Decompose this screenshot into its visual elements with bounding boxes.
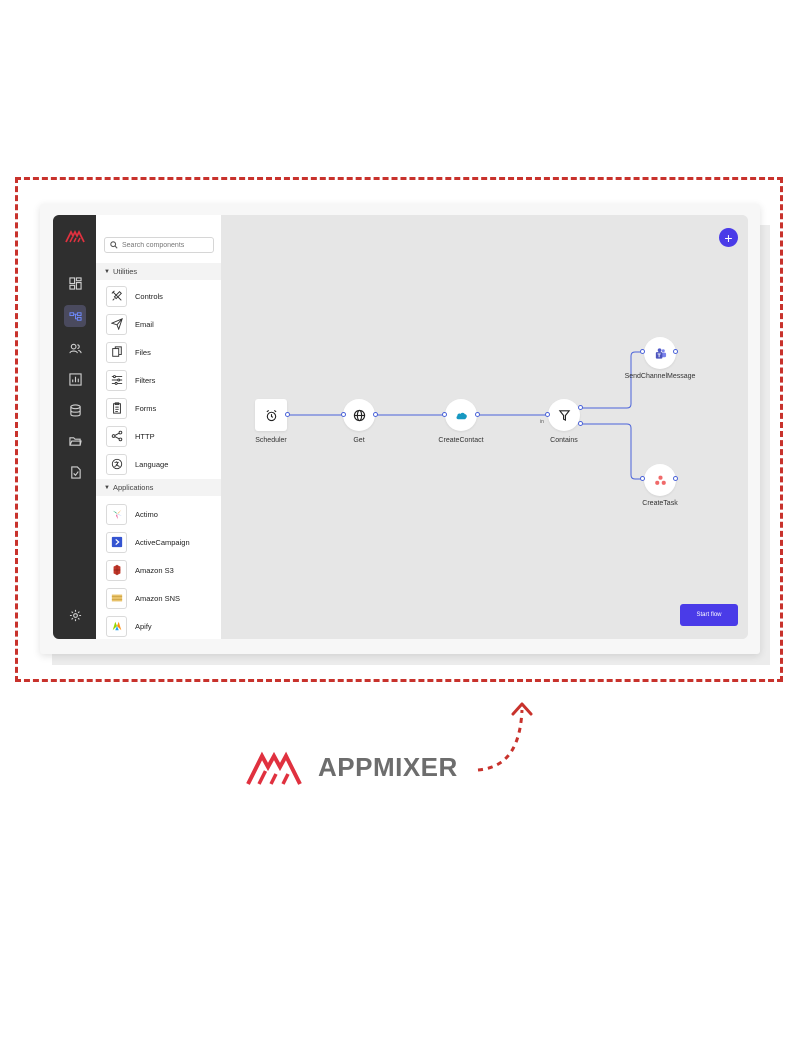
asana-icon	[654, 475, 666, 485]
appmixer-logo-icon[interactable]	[65, 229, 85, 243]
wire-contains-sendchannelmessage	[581, 351, 643, 409]
app-label: Actimo	[135, 509, 158, 519]
filters-icon	[111, 375, 122, 385]
port-createtask-in[interactable]	[640, 476, 645, 481]
node-sendchannelmessage[interactable]	[644, 337, 676, 369]
search-input[interactable]	[122, 241, 210, 249]
activecampaign-icon	[111, 536, 122, 548]
dashed-arrow-icon	[477, 702, 533, 772]
brand-lockup: APPMIXER	[246, 749, 458, 786]
section-utilities[interactable]: ▼ Utilities	[96, 263, 221, 280]
appmixer-designer: ▼ Utilities Controls Email Files Filters…	[53, 215, 748, 639]
port-sendchannelmessage-in[interactable]	[640, 349, 645, 354]
port-get-in[interactable]	[341, 412, 346, 417]
search-icon	[110, 241, 118, 249]
app-label: ActiveCampaign	[135, 537, 190, 547]
actimo-icon	[112, 509, 122, 520]
component-label: HTTP	[135, 431, 155, 441]
caret-down-icon: ▼	[104, 484, 110, 491]
appmixer-logo-icon	[246, 751, 302, 785]
node-createtask[interactable]	[644, 464, 676, 496]
filter-funnel-icon	[558, 409, 570, 421]
component-controls[interactable]: Controls	[106, 285, 216, 307]
language-icon	[111, 458, 122, 470]
port-scheduler-out[interactable]	[285, 412, 290, 417]
component-email[interactable]: Email	[106, 313, 216, 335]
brand-name: APPMIXER	[318, 752, 458, 782]
node-label-scheduler: Scheduler	[255, 437, 287, 444]
component-http[interactable]: HTTP	[106, 425, 216, 447]
database-icon[interactable]	[64, 399, 86, 421]
app-amazon-sns[interactable]: Amazon SNS	[106, 587, 216, 609]
port-contains-out-true[interactable]	[578, 405, 583, 410]
component-label: Filters	[135, 375, 156, 385]
app-amazon-s3[interactable]: Amazon S3	[106, 559, 216, 581]
file-check-icon[interactable]	[64, 461, 86, 483]
app-label: Apify	[135, 621, 152, 631]
app-label: Amazon S3	[135, 565, 174, 575]
section-applications-label: Applications	[112, 483, 154, 492]
port-get-out[interactable]	[373, 412, 378, 417]
component-label: Controls	[135, 291, 163, 301]
dashboard-icon[interactable]	[64, 272, 86, 294]
files-icon	[111, 346, 122, 357]
users-icon[interactable]	[64, 337, 86, 359]
teams-icon	[655, 347, 666, 359]
port-createtask-out[interactable]	[673, 476, 678, 481]
port-contains-in[interactable]	[545, 412, 550, 417]
in-port-label: in	[540, 419, 544, 425]
apify-icon	[112, 621, 121, 631]
component-label: Forms	[135, 403, 157, 413]
folder-icon[interactable]	[64, 430, 86, 452]
amazon-s3-icon	[113, 564, 120, 576]
alarm-clock-icon	[266, 409, 276, 421]
component-label: Language	[135, 459, 169, 469]
salesforce-cloud-icon	[456, 412, 467, 419]
http-icon	[111, 430, 122, 442]
component-label: Email	[135, 319, 154, 329]
controls-icon	[111, 290, 122, 301]
search-box	[104, 237, 214, 253]
node-scheduler[interactable]	[255, 399, 287, 431]
node-contains[interactable]	[548, 399, 580, 431]
settings-gear-icon[interactable]	[64, 604, 86, 626]
component-label: Files	[135, 347, 151, 357]
port-contains-out-false[interactable]	[578, 421, 583, 426]
port-createcontact-in[interactable]	[442, 412, 447, 417]
port-createcontact-out[interactable]	[475, 412, 480, 417]
insights-chart-icon[interactable]	[64, 368, 86, 390]
component-filters[interactable]: Filters	[106, 369, 216, 391]
add-button[interactable]: +	[719, 228, 738, 247]
start-flow-button[interactable]: Start flow	[680, 604, 738, 626]
forms-icon	[112, 402, 121, 414]
section-utilities-label: Utilities	[112, 267, 138, 276]
flows-icon[interactable]	[64, 305, 86, 327]
caret-down-icon: ▼	[104, 268, 110, 275]
amazon-sns-icon	[111, 594, 122, 602]
flow-canvas[interactable]: Scheduler Get CreateContact Contains in …	[221, 215, 748, 639]
node-createcontact[interactable]	[445, 399, 477, 431]
email-icon	[110, 318, 123, 330]
node-label-createtask: CreateTask	[642, 500, 678, 507]
node-label-createcontact: CreateContact	[438, 437, 484, 444]
node-label-contains: Contains	[550, 437, 578, 444]
app-actimo[interactable]: Actimo	[106, 503, 216, 525]
nav-rail	[53, 215, 96, 639]
port-sendchannelmessage-out[interactable]	[673, 349, 678, 354]
component-language[interactable]: Language	[106, 453, 216, 475]
app-label: Amazon SNS	[135, 593, 181, 603]
component-files[interactable]: Files	[106, 341, 216, 363]
components-panel: ▼ Utilities Controls Email Files Filters…	[96, 215, 221, 639]
node-label-get: Get	[353, 437, 365, 444]
flow-connections	[288, 351, 643, 480]
app-apify[interactable]: Apify	[106, 615, 216, 637]
globe-icon	[353, 409, 365, 421]
node-label-sendchannelmessage: SendChannelMessage	[624, 373, 696, 380]
node-get[interactable]	[343, 399, 375, 431]
app-activecampaign[interactable]: ActiveCampaign	[106, 531, 216, 553]
wire-contains-createtask	[581, 423, 643, 480]
section-applications[interactable]: ▼ Applications	[96, 479, 221, 496]
component-forms[interactable]: Forms	[106, 397, 216, 419]
